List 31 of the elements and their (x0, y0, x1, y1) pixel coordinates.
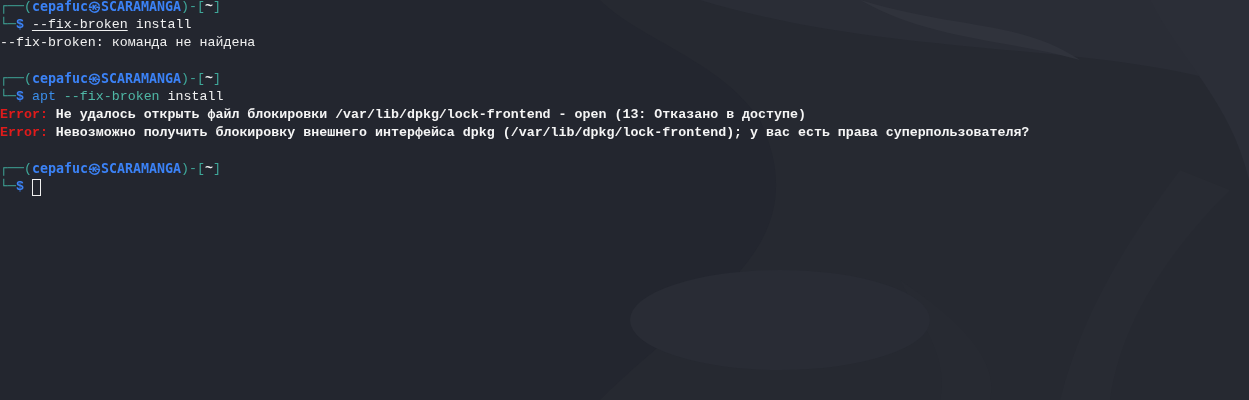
prompt-sign: $ (15, 17, 24, 34)
output-line: --fix-broken: команда не найдена (0, 35, 256, 50)
prompt-corner: └─ (0, 88, 16, 106)
error-label: Error: (0, 106, 48, 124)
prompt-frame: )-[ (181, 0, 205, 16)
prompt-frame: ┌──( (0, 160, 32, 178)
prompt-directory: ~ (204, 70, 213, 88)
prompt-frame: ] (212, 160, 221, 178)
prompt-frame: ┌──( (0, 70, 32, 88)
prompt-user-host: cepafuc㉿SCARAMANGA (31, 0, 181, 16)
prompt-frame: ┌──( (0, 0, 32, 16)
command-word: apt (31, 88, 56, 106)
prompt-user-host: cepafuc㉿SCARAMANGA (31, 70, 181, 88)
prompt-user-host: cepafuc㉿SCARAMANGA (31, 160, 181, 178)
command-word: --fix-broken (63, 88, 160, 106)
prompt-corner: └─ (0, 178, 16, 196)
prompt-frame: ] (212, 70, 221, 88)
prompt-sign: $ (15, 89, 24, 106)
error-message: Невозможно получить блокировку внешнего интерфейса dpkg (/var/lib/dpkg/lock-frontend); у вас есть права суперпользователя? (55, 124, 1030, 142)
command-word: --fix-broken (31, 16, 128, 34)
prompt-frame: )-[ (181, 160, 205, 178)
command-word: install (167, 88, 224, 106)
prompt-corner: └─ (0, 16, 16, 34)
prompt-directory: ~ (204, 160, 213, 178)
command-word: install (135, 16, 192, 34)
prompt-sign: $ (15, 179, 24, 196)
prompt-frame: )-[ (181, 70, 205, 88)
error-message: Не удалось открыть файл блокировки /var/lib/dpkg/lock-frontend - open (13: Отказано в доступе) (55, 106, 806, 124)
prompt-directory: ~ (204, 0, 213, 16)
prompt-frame: ] (212, 0, 221, 16)
error-label: Error: (0, 124, 48, 142)
